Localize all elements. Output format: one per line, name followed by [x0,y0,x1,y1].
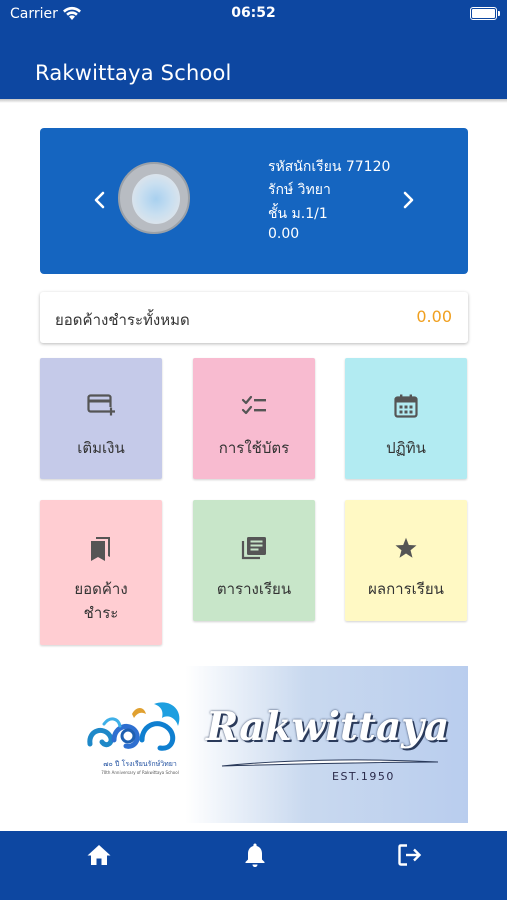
previous-student-button[interactable] [88,188,112,212]
battery-icon [470,7,500,20]
page-title: Rakwittaya School [35,61,232,85]
outstanding-value: 0.00 [416,307,452,326]
school-banner: ๗๐ ปี โรงเรียนรักษ์วิทยา 70th Anniversar… [40,666,468,823]
menu-topup-label: เติมเงิน [77,439,125,457]
student-name: รักษ์ วิทยา [268,182,331,198]
student-id: รหัสนักเรียน 77120 [268,159,391,175]
bell-icon [245,843,265,867]
app-bar: Carrier 06:52 Rakwittaya School [0,0,507,99]
card-add-icon [87,394,115,416]
brand-swoosh [221,759,439,767]
menu-grades[interactable]: ผลการเรียน [345,500,467,621]
menu-card-usage[interactable]: การใช้บัตร [193,358,315,479]
bottom-navigation [0,831,507,900]
menu-outstanding-label-text: ยอดค้าง ชำระ [74,580,128,622]
student-card: รหัสนักเรียน 77120 รักษ์ วิทยา ชั้น ม.1/… [40,128,468,274]
calendar-icon [394,394,418,418]
established-label: EST.1950 [332,770,395,783]
menu-timetable[interactable]: ตารางเรียน [193,500,315,621]
brand-wordmark: Rakwittaya [206,704,450,750]
chevron-left-icon [94,191,105,209]
avatar [118,162,190,234]
logo-caption-en: 70th Anniversary of Rakwittaya School [101,770,179,775]
next-student-button[interactable] [396,188,420,212]
nav-home-button[interactable] [85,841,113,869]
menu-calendar-label: ปฏิทิน [386,439,426,457]
menu-outstanding[interactable]: ยอดค้าง ชำระ [40,500,162,645]
nav-logout-button[interactable] [396,841,424,869]
student-balance: 0.00 [268,226,300,242]
chevron-right-icon [403,191,414,209]
logo-caption-thai: ๗๐ ปี โรงเรียนรักษ์วิทยา [103,760,177,768]
library-books-icon [241,537,266,560]
star-icon [395,537,417,558]
home-icon [87,845,111,865]
menu-grades-label: ผลการเรียน [368,580,444,598]
clock: 06:52 [231,5,276,21]
status-bar: Carrier 06:52 [0,0,507,30]
menu-topup[interactable]: เติมเงิน [40,358,162,479]
bookmarks-icon [91,537,110,561]
menu-outstanding-label: ยอดค้าง ชำระ [40,577,162,625]
app-bar-shadow [0,99,507,103]
outstanding-label: ยอดค้างชำระทั้งหมด [55,311,190,329]
menu-card-usage-label: การใช้บัตร [218,439,290,457]
student-class: ชั้น ม.1/1 [268,206,328,222]
menu-timetable-label: ตารางเรียน [216,580,292,598]
checklist-icon [241,395,266,415]
anniversary-logo [87,702,180,751]
outstanding-balance-card: ยอดค้างชำระทั้งหมด 0.00 [40,292,468,343]
logout-icon [398,844,422,866]
nav-notifications-button[interactable] [241,841,269,869]
menu-calendar[interactable]: ปฏิทิน [345,358,467,479]
